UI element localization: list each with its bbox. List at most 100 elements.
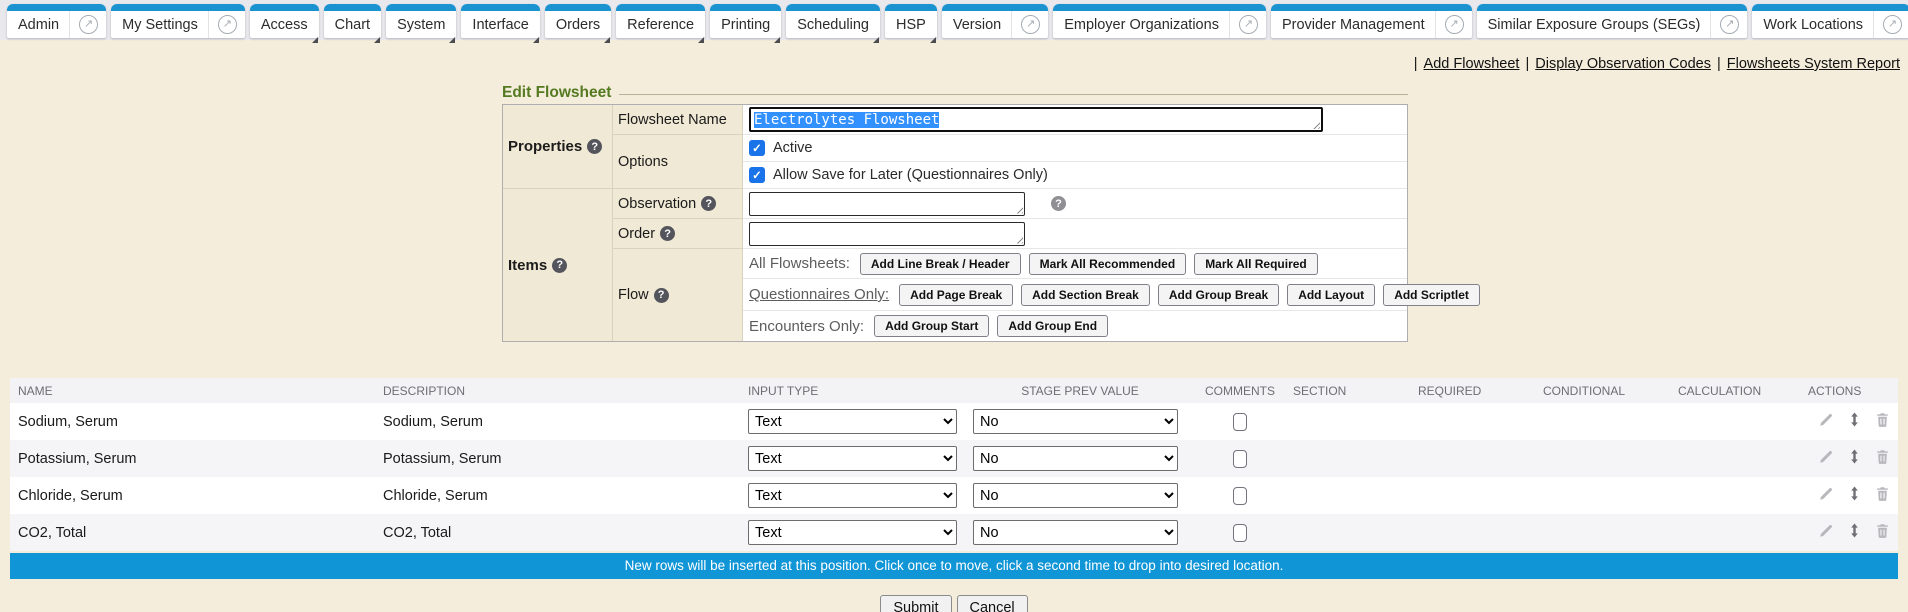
edit-icon[interactable] — [1819, 486, 1834, 505]
move-row-icon[interactable] — [1847, 449, 1862, 468]
flowsheet-name-label: Flowsheet Name — [613, 105, 743, 135]
move-row-icon[interactable] — [1847, 412, 1862, 431]
nav-tab-label: Access — [261, 17, 308, 33]
move-row-icon[interactable] — [1847, 523, 1862, 542]
dropdown-corner-icon — [774, 37, 780, 43]
stage-prev-value-select[interactable]: No — [973, 520, 1178, 545]
nav-tab-provider-management[interactable]: Provider Management ↗ — [1271, 4, 1472, 38]
top-nav: Admin ↗ My Settings ↗ Access ↗ Chart ↗ S… — [0, 0, 1908, 40]
active-checkbox[interactable]: ✓ — [749, 140, 765, 156]
delete-icon[interactable] — [1875, 412, 1890, 431]
nav-tab-reference[interactable]: Reference ↗ — [616, 4, 705, 38]
flowsheet-name-input[interactable]: Electrolytes Flowsheet — [749, 107, 1323, 132]
help-icon[interactable]: ? — [552, 258, 567, 273]
add-flowsheet-link[interactable]: Add Flowsheet — [1424, 56, 1520, 72]
comments-checkbox[interactable] — [1233, 524, 1247, 542]
nav-tab-scheduling[interactable]: Scheduling ↗ — [786, 4, 880, 38]
display-observation-codes-link[interactable]: Display Observation Codes — [1535, 56, 1711, 72]
add-group-end-button[interactable]: Add Group End — [997, 315, 1108, 337]
help-icon[interactable]: ? — [660, 226, 675, 241]
delete-icon[interactable] — [1875, 486, 1890, 505]
help-icon[interactable]: ? — [1051, 196, 1066, 211]
nav-tab-access[interactable]: Access ↗ — [250, 4, 319, 38]
comments-checkbox[interactable] — [1233, 487, 1247, 505]
nav-tab-work-locations[interactable]: Work Locations ↗ — [1752, 4, 1908, 38]
nav-tab-interface[interactable]: Interface ↗ — [461, 4, 539, 38]
nav-tab-admin[interactable]: Admin ↗ — [7, 4, 106, 38]
edit-icon[interactable] — [1819, 412, 1834, 431]
nav-tab-similar-exposure-groups-segs[interactable]: Similar Exposure Groups (SEGs) ↗ — [1477, 4, 1748, 38]
link-separator: | — [1414, 56, 1418, 72]
add-layout-button[interactable]: Add Layout — [1287, 284, 1375, 306]
items-group-label: Items ? — [503, 189, 613, 341]
nav-tab-version[interactable]: Version ↗ — [942, 4, 1048, 38]
help-icon[interactable]: ? — [587, 139, 602, 154]
stage-prev-value-select[interactable]: No — [973, 409, 1178, 434]
nav-tab-label: Reference — [627, 17, 694, 33]
nav-tab-chart[interactable]: Chart ↗ — [324, 4, 381, 38]
tab-accent-bar — [7, 4, 106, 11]
comments-checkbox[interactable] — [1233, 413, 1247, 431]
input-type-select[interactable]: Text — [748, 446, 957, 471]
add-section-break-button[interactable]: Add Section Break — [1021, 284, 1150, 306]
delete-icon[interactable] — [1875, 449, 1890, 468]
tab-accent-bar — [710, 4, 781, 11]
tab-accent-bar — [1271, 4, 1472, 11]
help-icon[interactable]: ? — [701, 196, 716, 211]
nav-tab-system[interactable]: System ↗ — [386, 4, 456, 38]
input-type-select[interactable]: Text — [748, 483, 957, 508]
nav-tab-hsp[interactable]: HSP ↗ — [885, 4, 937, 38]
nav-tab-label: Version — [953, 17, 1001, 33]
insert-position-bar[interactable]: New rows will be inserted at this positi… — [10, 553, 1898, 579]
input-type-select[interactable]: Text — [748, 520, 957, 545]
nav-tab-label: Printing — [721, 17, 770, 33]
table-row: Chloride, Serum Chloride, Serum Text No — [10, 477, 1898, 514]
mark-all-recommended-button[interactable]: Mark All Recommended — [1029, 253, 1187, 275]
flow-label-cell: Flow ? — [613, 249, 743, 341]
allow-save-checkbox-label: Allow Save for Later (Questionnaires Onl… — [773, 167, 1048, 183]
dropdown-corner-icon — [873, 37, 879, 43]
nav-tab-employer-organizations[interactable]: Employer Organizations ↗ — [1053, 4, 1266, 38]
add-page-break-button[interactable]: Add Page Break — [899, 284, 1013, 306]
edit-icon[interactable] — [1819, 449, 1834, 468]
questionnaires-only-actions: Questionnaires Only: Add Page Break Add S… — [743, 279, 1407, 311]
add-group-break-button[interactable]: Add Group Break — [1158, 284, 1279, 306]
input-type-select[interactable]: Text — [748, 409, 957, 434]
order-input[interactable] — [749, 222, 1025, 246]
edit-icon[interactable] — [1819, 523, 1834, 542]
comments-checkbox[interactable] — [1233, 450, 1247, 468]
stage-prev-value-select[interactable]: No — [973, 446, 1178, 471]
allow-save-checkbox[interactable]: ✓ — [749, 167, 765, 183]
delete-icon[interactable] — [1875, 523, 1890, 542]
link-separator: | — [1717, 56, 1721, 72]
submit-button[interactable]: Submit — [880, 595, 951, 612]
properties-group-label: Properties ? — [503, 105, 613, 189]
external-link-icon: ↗ — [208, 11, 237, 38]
nav-tab-label: Chart — [335, 17, 370, 33]
order-label: Order ? — [613, 219, 743, 249]
tab-accent-bar — [942, 4, 1048, 11]
move-row-icon[interactable] — [1847, 486, 1862, 505]
add-group-start-button[interactable]: Add Group Start — [874, 315, 989, 337]
nav-tab-my-settings[interactable]: My Settings ↗ — [111, 4, 245, 38]
observation-input[interactable] — [749, 192, 1025, 216]
mark-all-required-button[interactable]: Mark All Required — [1194, 253, 1318, 275]
stage-prev-value-select[interactable]: No — [973, 483, 1178, 508]
nav-tab-label: Orders — [556, 17, 600, 33]
tab-accent-bar — [1053, 4, 1266, 11]
add-scriptlet-button[interactable]: Add Scriptlet — [1383, 284, 1480, 306]
nav-tab-label: Work Locations — [1763, 17, 1863, 33]
title-rule — [619, 94, 1408, 95]
page-title: Edit Flowsheet — [502, 84, 611, 102]
nav-tab-orders[interactable]: Orders ↗ — [545, 4, 611, 38]
column-header: DESCRIPTION — [375, 384, 740, 398]
help-icon[interactable]: ? — [654, 288, 669, 303]
flowsheets-system-report-link[interactable]: Flowsheets System Report — [1727, 56, 1900, 72]
nav-tab-printing[interactable]: Printing ↗ — [710, 4, 781, 38]
questionnaires-only-label: Questionnaires Only: — [749, 286, 889, 303]
external-link-icon: ↗ — [1011, 11, 1040, 38]
description-cell: Sodium, Serum — [375, 414, 740, 430]
add-line-break-header-button[interactable]: Add Line Break / Header — [860, 253, 1021, 275]
column-header: INPUT TYPE — [740, 384, 965, 398]
cancel-button[interactable]: Cancel — [957, 595, 1028, 612]
